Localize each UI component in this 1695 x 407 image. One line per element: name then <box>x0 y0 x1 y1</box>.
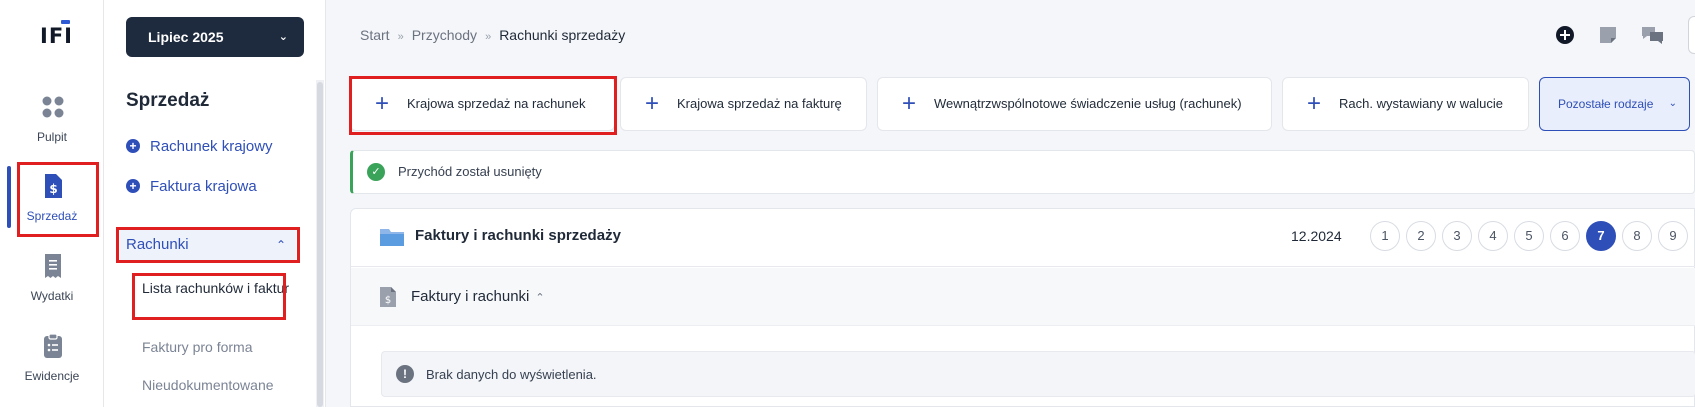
group-label: Rachunki <box>126 236 189 253</box>
dropdown-label: Pozostałe rodzaje <box>1558 97 1654 111</box>
chat-icon[interactable] <box>1640 24 1666 46</box>
dashboard-icon <box>42 96 64 118</box>
action-label: Krajowa sprzedaż na fakturę <box>677 96 842 111</box>
panel-title: Faktury i rachunki sprzedaży <box>415 227 621 244</box>
check-circle-icon: ✓ <box>367 163 385 181</box>
breadcrumb-przychody[interactable]: Przychody <box>412 27 477 43</box>
empty-message: Brak danych do wyświetlenia. <box>426 367 597 382</box>
breadcrumb-separator: » <box>397 31 404 43</box>
period-label: 12.2024 <box>1291 228 1342 244</box>
sidebar-group-rachunki[interactable]: Rachunki ⌃ <box>120 228 296 262</box>
sales-document-icon: $ <box>45 174 62 198</box>
rail-item-label: Sprzedaż <box>26 209 78 223</box>
rail-item-sprzedaz[interactable]: $ Sprzedaż <box>0 165 104 235</box>
sidebar-item-faktury-pro-forma[interactable]: Faktury pro forma <box>142 339 252 355</box>
rail-item-pulpit[interactable]: Pulpit <box>0 86 104 156</box>
sidebar-item-nieudokumentowane[interactable]: Nieudokumentowane <box>142 377 274 393</box>
month-page-button[interactable]: 3 <box>1442 221 1472 251</box>
action-label: Wewnątrzwspólnotowe świadczenie usług (r… <box>934 96 1242 111</box>
rail-item-ewidencje[interactable]: Ewidencje <box>0 325 104 395</box>
receipt-icon <box>45 254 61 278</box>
month-page-button[interactable]: 1 <box>1370 221 1400 251</box>
sales-sidebar: Lipiec 2025 ⌄ Sprzedaż + Rachunek krajowy… <box>104 0 326 407</box>
section-header[interactable]: $ Faktury i rachunki ⌃ <box>351 268 1695 326</box>
plus-icon: + <box>902 90 917 117</box>
add-krajowa-sprzedaz-faktura-button[interactable]: + Krajowa sprzedaż na fakturę <box>620 77 867 131</box>
add-krajowa-sprzedaz-rachunek-button[interactable]: + Krajowa sprzedaż na rachunek <box>350 77 615 131</box>
breadcrumb-start[interactable]: Start <box>360 27 390 43</box>
logo-text: IFI <box>40 24 73 48</box>
month-page-button-active[interactable]: 7 <box>1586 221 1616 251</box>
sidebar-item-lista-rachunkow[interactable]: Lista rachunków i faktur <box>142 278 292 298</box>
ifi-logo[interactable]: IFI <box>40 20 73 50</box>
chevron-down-icon: ⌄ <box>1668 98 1677 109</box>
sales-documents-panel: Faktury i rachunki sprzedaży 12.2024 1 2… <box>350 208 1695 407</box>
month-page-button[interactable]: 5 <box>1514 221 1544 251</box>
main-nav-rail: IFI Pulpit $ Sprzedaż Wydatki Ewidencje <box>0 0 104 407</box>
section-title: Faktury i rachunki ⌃ <box>411 288 545 305</box>
add-rach-w-walucie-button[interactable]: + Rach. wystawiany w walucie <box>1282 77 1529 131</box>
breadcrumb: Start » Przychody » Rachunki sprzedaży <box>360 27 625 43</box>
info-exclamation-icon: ! <box>396 365 414 383</box>
quick-link-label: Rachunek krajowy <box>150 138 273 155</box>
sidebar-title: Sprzedaż <box>126 90 210 111</box>
svg-text:$: $ <box>49 182 57 196</box>
add-wewnatrzwspolnotowe-button[interactable]: + Wewnątrzwspólnotowe świadczenie usług (… <box>877 77 1272 131</box>
section-title-text: Faktury i rachunki <box>411 288 530 305</box>
action-label: Rach. wystawiany w walucie <box>1339 96 1504 111</box>
logo-accent <box>61 20 70 24</box>
quick-add-faktura-krajowa[interactable]: + Faktura krajowa <box>126 178 257 195</box>
month-page-button[interactable]: 6 <box>1550 221 1580 251</box>
rail-item-label: Pulpit <box>36 130 68 144</box>
month-page-button[interactable]: 8 <box>1622 221 1652 251</box>
more-types-dropdown[interactable]: Pozostałe rodzaje ⌄ <box>1539 77 1690 131</box>
success-alert: ✓ Przychód został usunięty <box>350 150 1695 194</box>
plus-icon: + <box>375 90 390 117</box>
user-menu-button[interactable] <box>1688 16 1695 54</box>
empty-state-notice: ! Brak danych do wyświetlenia. <box>381 351 1695 397</box>
document-dollar-icon: $ <box>380 287 396 307</box>
sidebar-scrollbar-thumb[interactable] <box>317 82 323 407</box>
alert-message: Przychód został usunięty <box>398 164 542 179</box>
chevron-up-icon: ⌃ <box>535 292 545 304</box>
plus-circle-icon: + <box>126 139 140 153</box>
rail-item-wydatki[interactable]: Wydatki <box>0 245 104 315</box>
svg-text:$: $ <box>385 295 391 306</box>
plus-icon: + <box>1307 90 1322 117</box>
plus-icon: + <box>645 90 660 117</box>
panel-header: Faktury i rachunki sprzedaży 12.2024 1 2… <box>351 209 1695 267</box>
action-label: Krajowa sprzedaż na rachunek <box>407 96 586 111</box>
quick-add-rachunek-krajowy[interactable]: + Rachunek krajowy <box>126 138 273 155</box>
plus-circle-icon: + <box>126 179 140 193</box>
month-selector[interactable]: Lipiec 2025 ⌄ <box>126 17 304 57</box>
rail-item-label: Ewidencje <box>24 369 80 383</box>
folder-icon <box>380 229 404 246</box>
quick-link-label: Faktura krajowa <box>150 178 257 195</box>
breadcrumb-current: Rachunki sprzedaży <box>499 27 626 43</box>
month-page-button[interactable]: 9 <box>1658 221 1688 251</box>
chevron-up-icon: ⌃ <box>275 238 286 252</box>
note-icon[interactable] <box>1597 24 1619 46</box>
rail-item-label: Wydatki <box>30 289 74 303</box>
month-page-button[interactable]: 4 <box>1478 221 1508 251</box>
month-label: Lipiec 2025 <box>148 29 224 45</box>
chevron-down-icon: ⌄ <box>278 31 288 43</box>
add-circle-icon[interactable] <box>1554 24 1576 46</box>
month-page-button[interactable]: 2 <box>1406 221 1436 251</box>
breadcrumb-separator: » <box>485 31 492 43</box>
clipboard-icon <box>44 333 62 358</box>
